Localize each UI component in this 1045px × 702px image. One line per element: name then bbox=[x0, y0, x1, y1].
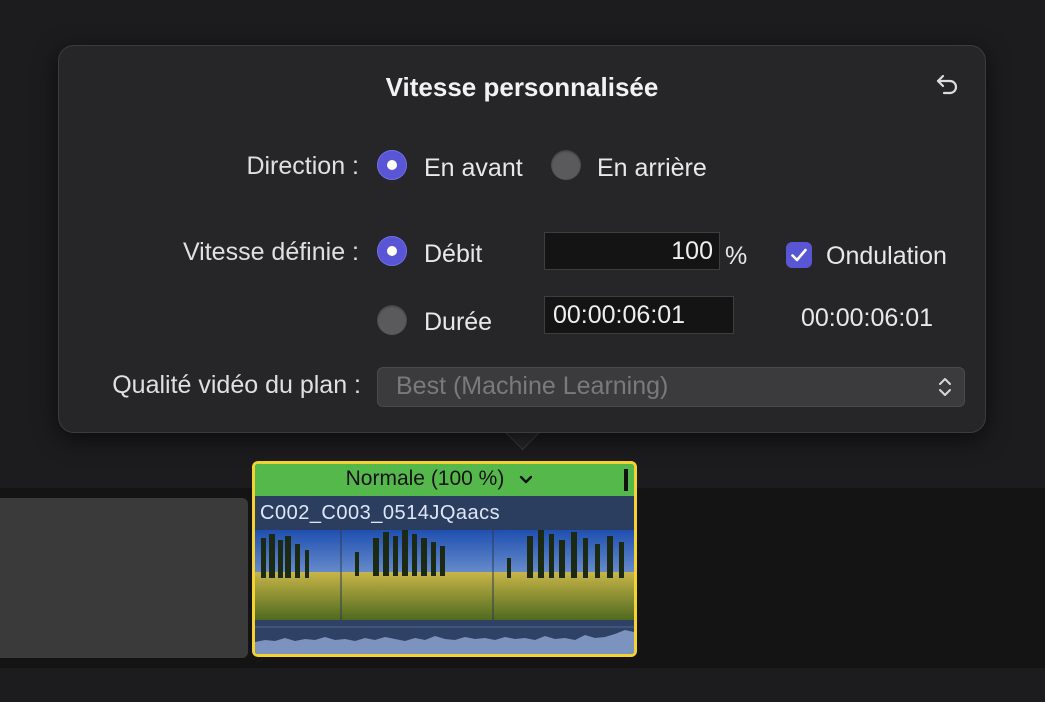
video-quality-select[interactable]: Best (Machine Learning) bbox=[377, 367, 965, 407]
direction-label: Direction : bbox=[246, 152, 359, 180]
popover-title: Vitesse personnalisée bbox=[385, 72, 659, 102]
checkmark-icon bbox=[791, 248, 807, 262]
audio-waveform bbox=[255, 620, 634, 654]
duration-field[interactable]: 00:00:06:01 bbox=[544, 296, 734, 334]
video-quality-label: Qualité vidéo du plan : bbox=[112, 371, 361, 399]
speed-bar[interactable]: Normale (100 %) bbox=[255, 464, 634, 496]
reset-icon[interactable] bbox=[933, 70, 961, 98]
reverse-radio[interactable] bbox=[551, 150, 581, 180]
ripple-label[interactable]: Ondulation bbox=[826, 242, 947, 271]
chevron-down-icon[interactable] bbox=[519, 473, 533, 487]
updown-chevron-icon bbox=[939, 378, 951, 396]
speed-label[interactable]: Normale (100 %) bbox=[255, 467, 595, 491]
filmstrip-thumbnails bbox=[255, 530, 634, 620]
ripple-checkbox[interactable] bbox=[786, 242, 812, 268]
forward-label[interactable]: En avant bbox=[424, 154, 523, 183]
reverse-label[interactable]: En arrière bbox=[597, 154, 707, 183]
duration-label[interactable]: Durée bbox=[424, 308, 492, 337]
timeline-footer bbox=[0, 668, 1045, 702]
previous-clip[interactable] bbox=[0, 498, 248, 658]
rate-label[interactable]: Débit bbox=[424, 240, 482, 269]
retime-handle[interactable] bbox=[624, 469, 628, 491]
forward-radio[interactable] bbox=[377, 150, 407, 180]
duration-radio[interactable] bbox=[377, 305, 407, 335]
rate-field[interactable]: 100 bbox=[544, 232, 720, 270]
rate-radio[interactable] bbox=[377, 236, 407, 266]
duration-readout: 00:00:06:01 bbox=[801, 304, 934, 332]
timeline-clip[interactable]: Normale (100 %) C002_C003_0514JQaacs bbox=[252, 461, 637, 657]
clip-name: C002_C003_0514JQaacs bbox=[260, 502, 501, 524]
video-quality-value: Best (Machine Learning) bbox=[396, 372, 669, 400]
rate-unit: % bbox=[725, 242, 748, 270]
set-speed-label: Vitesse définie : bbox=[182, 238, 359, 266]
custom-speed-popover: Vitesse personnalisée Direction : En ava… bbox=[58, 45, 986, 433]
